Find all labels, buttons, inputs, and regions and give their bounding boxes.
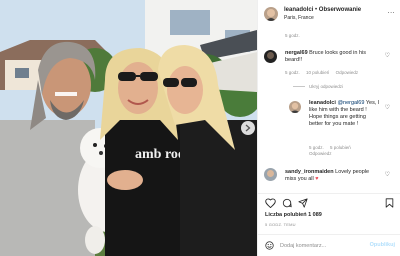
avatar-image (264, 7, 278, 21)
shirt-text: amb rod (135, 147, 186, 162)
more-options-button[interactable]: ... (388, 8, 395, 15)
header-line: leanadolci • Obserwowanie (284, 7, 361, 13)
heart-icon (265, 198, 276, 208)
avatar[interactable] (289, 101, 301, 113)
comment-meta: 5 godz. 10 polubień Odpowiedz (285, 70, 363, 76)
save-button[interactable] (385, 198, 394, 208)
comment-username[interactable]: nergal69 (285, 50, 308, 56)
comment-mention[interactable]: @nergal69 (337, 100, 364, 106)
send-icon (298, 198, 308, 208)
header-location[interactable]: Paris, France (284, 15, 314, 21)
add-comment-input[interactable] (280, 240, 370, 251)
reply-button[interactable]: Odpowiedz (309, 151, 332, 156)
avatar[interactable] (264, 50, 277, 63)
avatar-image (264, 168, 277, 181)
hide-replies-button[interactable]: Ukryj odpowiedzi (293, 84, 343, 89)
comment-time[interactable]: 5 godz. (285, 70, 300, 75)
bookmark-icon (385, 198, 394, 208)
comment: sandy_ironmaiden Lovely people miss you … (285, 169, 377, 183)
avatar-image (289, 101, 301, 113)
add-comment-row: Opublikuj (258, 234, 400, 256)
like-comment-heart-icon[interactable]: ♡ (385, 52, 390, 59)
like-button[interactable] (265, 198, 276, 208)
comment-button[interactable] (282, 198, 292, 208)
post-header: leanadolci • Obserwowanie Paris, France … (258, 0, 400, 27)
post-timestamp[interactable]: 5 GODZ. TEMU (265, 222, 296, 227)
next-photo-button[interactable] (241, 121, 255, 135)
comment-bubble-icon (282, 198, 292, 208)
comment-likes[interactable]: 10 polubień (306, 70, 329, 75)
hide-replies-label: Ukryj odpowiedzi (309, 84, 344, 89)
comment-likes[interactable]: 5 polubień (330, 145, 351, 150)
heart-emoji-icon: ♥ (315, 176, 319, 182)
reply-button[interactable]: Odpowiedz (336, 70, 359, 75)
avatar[interactable] (264, 168, 277, 181)
post-side-panel: leanadolci • Obserwowanie Paris, France … (257, 0, 400, 256)
action-bar (258, 193, 400, 211)
comment-username[interactable]: sandy_ironmaiden (285, 169, 334, 175)
smiley-icon (265, 241, 274, 250)
comment-username[interactable]: leanadolci (309, 100, 336, 106)
header-separator: • (315, 7, 318, 13)
like-comment-heart-icon[interactable]: ♡ (385, 171, 390, 178)
post-photo: amb rod (0, 0, 257, 256)
comment-reply: leanadolci @nergal69 Yes, I like him wit… (309, 100, 381, 128)
share-button[interactable] (298, 198, 308, 208)
avatar-image (264, 50, 277, 63)
chevron-right-icon (245, 124, 251, 132)
avatar[interactable] (264, 7, 278, 21)
following-button[interactable]: Obserwowanie (319, 7, 361, 13)
comment: nergal69 Bruce looks good in his beard!! (285, 50, 377, 64)
post-caption-time: 5 godz. (285, 33, 300, 38)
emoji-button[interactable] (265, 241, 274, 250)
likes-count[interactable]: Liczba polubień 1 089 (265, 212, 322, 218)
like-comment-heart-icon[interactable]: ♡ (385, 104, 390, 111)
comment-meta-reply: Odpowiedz (309, 151, 337, 157)
publish-button[interactable]: Opublikuj (370, 242, 395, 248)
photo-scene: amb rod (0, 0, 257, 256)
hide-replies-line (293, 86, 305, 88)
header-username[interactable]: leanadolci (284, 7, 313, 13)
comment-time[interactable]: 5 godz. (309, 145, 324, 150)
